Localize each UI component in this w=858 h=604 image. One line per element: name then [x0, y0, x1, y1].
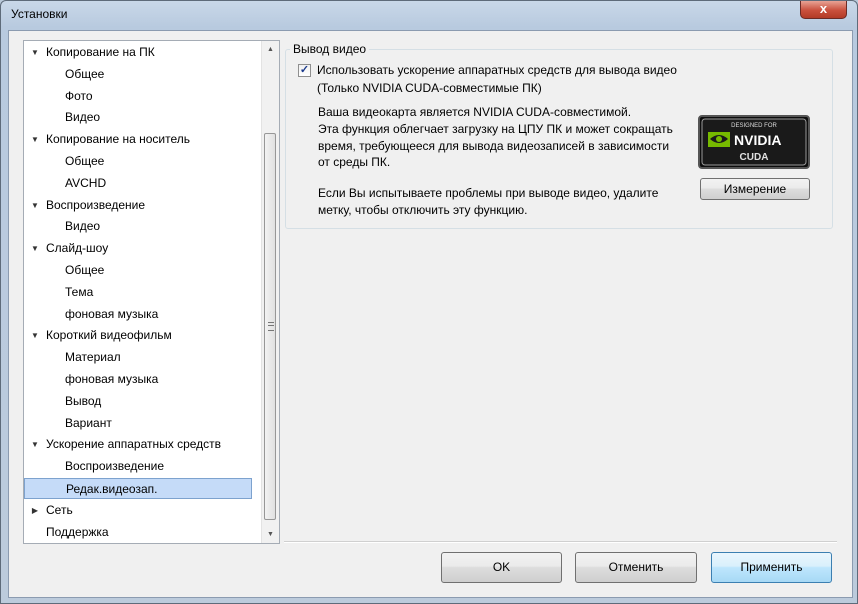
- collapse-arrow-icon[interactable]: ▼: [28, 129, 42, 150]
- tree-item-selected[interactable]: Редак.видеозап.: [24, 478, 252, 499]
- warning-line: метку, чтобы отключить эту функцию.: [318, 203, 528, 217]
- tree-item-label: Копирование на носитель: [46, 132, 190, 147]
- tree-category[interactable]: ▼ Короткий видеофильм: [24, 325, 172, 346]
- tree-scrollbar[interactable]: ▲ ▼: [261, 41, 279, 543]
- tree-item[interactable]: Фото: [24, 86, 93, 107]
- grip-icon: [268, 322, 274, 331]
- tree-item[interactable]: Общее: [24, 260, 104, 281]
- cancel-button[interactable]: Отменить: [575, 552, 697, 583]
- tree-item[interactable]: Общее: [24, 64, 104, 85]
- tree-item-label: Слайд-шоу: [46, 241, 109, 256]
- tree-item-label: Редак.видеозап.: [66, 482, 158, 496]
- collapse-arrow-icon[interactable]: ▼: [28, 195, 42, 216]
- dialog-client-area: ▼ Копирование на ПК Общее Фото Видео ▼ Копиров…: [8, 30, 853, 598]
- tree-item[interactable]: Материал: [24, 347, 121, 368]
- tree-item[interactable]: Общее: [24, 151, 104, 172]
- tree-category[interactable]: ▼ Воспроизведение: [24, 195, 145, 216]
- footer-separator: [284, 541, 837, 543]
- info-line: Эта функция облегчает загрузку на ЦПУ ПК…: [318, 122, 673, 136]
- logo-top-text: DESIGNED FOR: [731, 123, 777, 129]
- checkbox-sublabel: (Только NVIDIA CUDA-совместимые ПК): [317, 81, 542, 95]
- tree-item[interactable]: AVCHD: [24, 173, 106, 194]
- close-icon: x: [819, 1, 828, 16]
- tree-category[interactable]: ▼ Ускорение аппаратных средств: [24, 434, 221, 455]
- group-title: Вывод видео: [290, 42, 370, 56]
- tree-category[interactable]: ▼ Копирование на ПК: [24, 42, 155, 63]
- scroll-down-icon[interactable]: ▼: [262, 526, 279, 543]
- collapse-arrow-icon[interactable]: ▼: [28, 325, 42, 346]
- apply-button[interactable]: Применить: [711, 552, 832, 583]
- tree-item-label: Поддержка: [46, 524, 109, 539]
- tree-item[interactable]: Тема: [24, 282, 93, 303]
- checkbox-label[interactable]: Использовать ускорение аппаратных средст…: [317, 62, 677, 79]
- tree-item[interactable]: Вариант: [24, 413, 112, 434]
- tree-item-label: Копирование на ПК: [46, 45, 155, 59]
- info-line: время, требующееся для вывода видеозапис…: [318, 139, 670, 153]
- tree-item-label: Материал: [65, 350, 121, 365]
- close-button[interactable]: x: [800, 1, 847, 19]
- scroll-thumb[interactable]: [264, 133, 276, 520]
- tree-item-label: Общее: [65, 154, 105, 168]
- logo-sub: CUDA: [740, 152, 769, 163]
- tree-item-label: Воспроизведение: [65, 459, 165, 474]
- window-title: Установки: [11, 7, 68, 21]
- tree-item-label: Видео: [65, 219, 101, 234]
- ok-button[interactable]: OK: [441, 552, 562, 583]
- tree-item[interactable]: Вывод: [24, 391, 101, 412]
- tree-item-label: AVCHD: [65, 175, 107, 190]
- settings-tree: ▼ Копирование на ПК Общее Фото Видео ▼ Копиров…: [23, 40, 280, 544]
- tree-item-label: Ускорение аппаратных средств: [46, 437, 222, 452]
- logo-brand: NVIDIA: [734, 132, 781, 148]
- scroll-up-icon[interactable]: ▲: [262, 41, 279, 58]
- tree-item-label: Вывод: [65, 393, 102, 408]
- tree-item[interactable]: Видео: [24, 107, 100, 128]
- tree-item-label: фоновая музыка: [65, 306, 159, 321]
- tree-item-label: Тема: [65, 284, 94, 299]
- tree-item-label: Видео: [65, 110, 101, 125]
- tree-item[interactable]: фоновая музыка: [24, 369, 158, 390]
- tree-category[interactable]: ▶ Сеть: [24, 500, 73, 521]
- tree-category[interactable]: ▼ Копирование на носитель: [24, 129, 190, 150]
- collapse-arrow-icon[interactable]: ▼: [28, 42, 42, 63]
- nvidia-cuda-logo: DESIGNED FOR NVIDIA CUDA: [698, 115, 810, 169]
- collapse-arrow-icon[interactable]: ▼: [28, 238, 42, 259]
- tree-item[interactable]: Воспроизведение: [24, 456, 164, 477]
- tree-item-label: Общее: [65, 66, 105, 81]
- expand-arrow-icon[interactable]: ▶: [28, 500, 42, 521]
- tree-item[interactable]: фоновая музыка: [24, 304, 158, 325]
- tree-item-label: Воспроизведение: [46, 197, 146, 212]
- tree-item[interactable]: Видео: [24, 216, 100, 237]
- tree-item-label: Короткий видеофильм: [46, 328, 172, 343]
- tree-category[interactable]: ▼ Слайд-шоу: [24, 238, 108, 259]
- tree-item-label: Фото: [65, 88, 93, 103]
- info-line: Ваша видеокарта является NVIDIA CUDA-сов…: [318, 105, 632, 119]
- tree-item-label: Сеть: [46, 502, 73, 517]
- hw-accel-checkbox[interactable]: ✓: [298, 64, 311, 77]
- warning-line: Если Вы испытываете проблемы при выводе …: [318, 186, 659, 200]
- tree-category[interactable]: Поддержка: [24, 522, 109, 543]
- measure-button[interactable]: Измерение: [700, 178, 810, 200]
- tree-item-label: Вариант: [65, 415, 112, 430]
- tree-item-label: фоновая музыка: [65, 372, 159, 386]
- nvidia-eye-icon: DESIGNED FOR NVIDIA CUDA: [701, 118, 807, 166]
- tree-item-label: Общее: [65, 263, 105, 277]
- collapse-arrow-icon[interactable]: ▼: [28, 434, 42, 455]
- settings-window: Установки x ▼ Копирование на ПК Общее Фото В…: [0, 0, 858, 604]
- info-line: от среды ПК.: [318, 155, 391, 169]
